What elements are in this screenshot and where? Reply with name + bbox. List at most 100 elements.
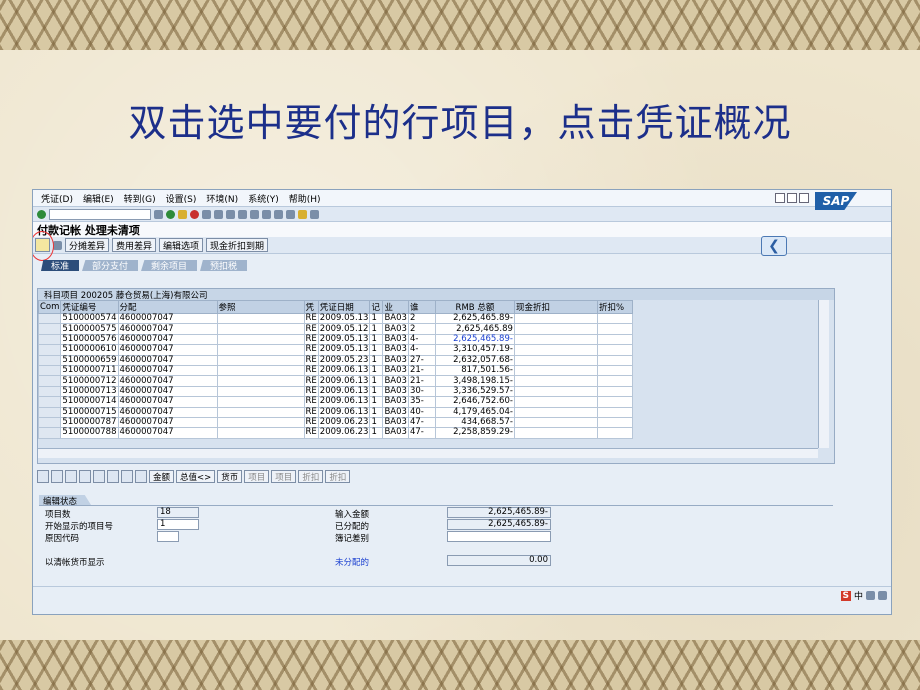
table-row[interactable]: 5100000576 4600007047 RE 2009.05.13 1 BA… [37, 333, 633, 346]
document-number: 5100000713 [60, 385, 119, 398]
column-header[interactable]: 凭证日期 [317, 300, 371, 314]
edit-icon[interactable] [53, 240, 62, 250]
command-field[interactable] [49, 208, 151, 220]
settings-icon[interactable] [878, 591, 887, 600]
sort-icon[interactable] [107, 470, 119, 483]
maximize-icon[interactable] [787, 193, 797, 203]
ime-logo-icon[interactable]: S [840, 590, 851, 601]
cancel-icon[interactable] [190, 209, 199, 219]
activate-item-button[interactable]: 项目 [244, 470, 270, 483]
new-session-icon[interactable] [274, 209, 283, 219]
amount: 2,258,859.29- [434, 427, 515, 439]
previous-page-icon[interactable] [238, 209, 247, 219]
days: 4- [407, 333, 436, 346]
currency-button[interactable]: 货币 [217, 470, 243, 483]
column-header[interactable]: 业 [382, 300, 409, 314]
select-all-icon[interactable] [51, 470, 63, 483]
last-page-icon[interactable] [262, 209, 271, 219]
column-header[interactable]: 凭 [303, 300, 319, 314]
table-row[interactable]: 5100000610 4600007047 RE 2009.05.13 1 BA… [37, 344, 633, 356]
table-row[interactable]: 5100000712 4600007047 RE 2009.06.13 1 BA… [37, 375, 633, 387]
back-arrow-icon[interactable]: ❮ [761, 236, 787, 256]
minimize-icon[interactable] [775, 193, 785, 203]
menu-environment[interactable]: 环境(N) [206, 192, 238, 205]
posting-key: 1 [369, 364, 384, 377]
enter-icon[interactable] [37, 209, 46, 219]
document-overview-button[interactable] [33, 231, 54, 261]
deactivate-item-button[interactable]: 项目 [271, 470, 297, 483]
editing-options-button[interactable]: 编辑选项 [159, 238, 204, 252]
column-header[interactable]: 凭证编号 [60, 300, 119, 314]
deselect-all-icon[interactable] [65, 470, 77, 483]
table-row[interactable]: 5100000714 4600007047 RE 2009.06.13 1 BA… [37, 396, 633, 408]
ime-chinese-mode[interactable]: 中 [854, 589, 863, 602]
menu-settings[interactable]: 设置(S) [166, 192, 197, 205]
items-table: Com 凭证编号 分配 参照 凭 凭证日期 记 业 谁 RMB 总额 现金折扣 … [37, 300, 633, 439]
column-header[interactable]: 记 [369, 300, 384, 314]
layout-icon[interactable] [310, 209, 319, 219]
column-header[interactable]: 折扣% [596, 300, 633, 314]
document-type: RE [303, 344, 319, 356]
column-header[interactable]: Com [37, 300, 62, 314]
column-header[interactable]: 参照 [216, 300, 305, 314]
back-icon[interactable] [166, 209, 175, 219]
keyboard-icon[interactable] [866, 591, 875, 600]
menu-system[interactable]: 系统(Y) [248, 192, 279, 205]
exit-icon[interactable] [178, 209, 187, 219]
table-row[interactable]: 5100000659 4600007047 RE 2009.05.23 1 BA… [37, 354, 633, 366]
amount: 2,625,465.89- [434, 333, 515, 346]
vertical-scrollbar[interactable] [818, 300, 829, 448]
select-block-icon[interactable] [79, 470, 91, 483]
deactivate-discount-button[interactable]: 折扣 [325, 470, 351, 483]
column-header[interactable]: 分配 [117, 300, 218, 314]
table-row[interactable]: 5100000788 4600007047 RE 2009.06.23 1 BA… [37, 427, 633, 439]
column-header[interactable]: 现金折扣 [513, 300, 598, 314]
charge-difference-button[interactable]: 费用差异 [112, 238, 157, 252]
tab-withholding-tax[interactable]: 预扣税 [200, 260, 248, 271]
table-row[interactable]: 5100000711 4600007047 RE 2009.06.13 1 BA… [37, 364, 633, 377]
document-type: RE [303, 333, 319, 346]
difference-field[interactable] [447, 531, 551, 542]
first-page-icon[interactable] [226, 209, 235, 219]
table-row[interactable]: 5100000575 4600007047 RE 2009.05.12 1 BA… [37, 323, 633, 335]
zoom-icon[interactable] [37, 470, 49, 483]
table-row[interactable]: 5100000574 4600007047 RE 2009.05.13 1 BA… [37, 312, 633, 325]
reason-code-field[interactable] [157, 531, 179, 542]
menu-goto[interactable]: 转到(G) [124, 192, 156, 205]
tab-residual-items[interactable]: 剩余项目 [141, 260, 198, 271]
filter-icon[interactable] [121, 470, 133, 483]
shortcut-icon[interactable] [286, 209, 295, 219]
document-date: 2009.05.13 [317, 344, 371, 356]
document-number: 5100000714 [60, 396, 119, 408]
unassigned-field: 0.00 [447, 555, 551, 566]
amount-button[interactable]: 金额 [149, 470, 175, 483]
save-icon[interactable] [154, 209, 163, 219]
activate-items-icon[interactable] [93, 470, 105, 483]
gross-button[interactable]: 总值<> [176, 470, 216, 483]
posting-key: 1 [369, 354, 384, 366]
horizontal-scrollbar[interactable] [38, 448, 818, 458]
document-date: 2009.05.23 [317, 354, 371, 366]
tab-standard[interactable]: 标准 [41, 260, 80, 271]
distribute-difference-button[interactable]: 分摊差异 [65, 238, 110, 252]
column-icon[interactable] [135, 470, 147, 483]
menu-help[interactable]: 帮助(H) [289, 192, 321, 205]
table-row[interactable]: 5100000713 4600007047 RE 2009.06.13 1 BA… [37, 385, 633, 398]
activate-discount-button[interactable]: 折扣 [298, 470, 324, 483]
print-icon[interactable] [202, 209, 211, 219]
table-row[interactable]: 5100000787 4600007047 RE 2009.06.23 1 BA… [37, 416, 633, 429]
cash-discount-due-button[interactable]: 现金折扣到期 [206, 238, 269, 252]
tab-partial-payment[interactable]: 部分支付 [82, 260, 139, 271]
assignment: 4600007047 [117, 344, 218, 356]
assigned-label: 已分配的 [335, 522, 370, 532]
table-row[interactable]: 5100000715 4600007047 RE 2009.06.13 1 BA… [37, 406, 633, 418]
close-icon[interactable] [799, 193, 809, 203]
menu-edit[interactable]: 编辑(E) [83, 192, 114, 205]
column-header[interactable]: 谁 [407, 300, 436, 314]
help-icon[interactable] [298, 209, 307, 219]
column-header[interactable]: RMB 总额 [434, 300, 515, 314]
find-icon[interactable] [214, 209, 223, 219]
first-item-field[interactable]: 1 [157, 519, 199, 530]
next-page-icon[interactable] [250, 209, 259, 219]
menu-document[interactable]: 凭证(D) [41, 192, 73, 205]
